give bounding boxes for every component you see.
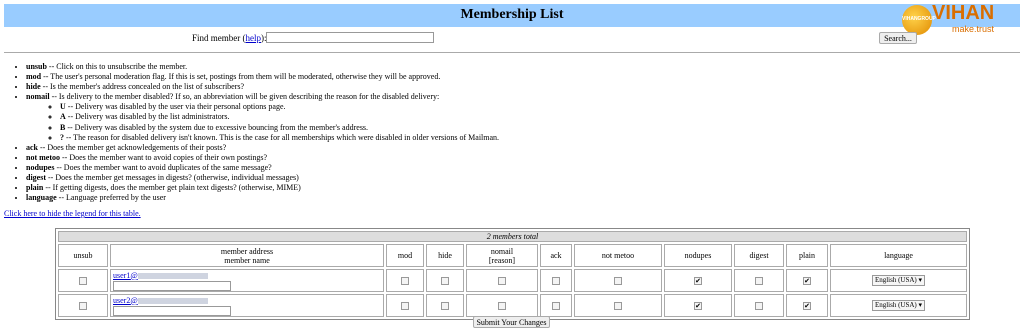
language-select[interactable]: English (USA) ▾ <box>871 300 926 311</box>
redacted-domain <box>137 272 208 279</box>
member-address: user2@ <box>110 294 384 317</box>
col-unsub: unsub <box>58 244 108 267</box>
find-member: Find member (help): <box>192 32 434 43</box>
member-address-link[interactable]: user1@ <box>113 271 208 280</box>
col-nomail: nomail [reason] <box>466 244 538 267</box>
legend-item-not-metoo: not metoo -- Does the member want to avo… <box>26 153 499 163</box>
legend-item-language: language -- Language preferred by the us… <box>26 193 499 203</box>
ack-checkbox[interactable] <box>552 277 560 286</box>
col-ack: ack <box>540 244 572 267</box>
member-name-input[interactable] <box>113 280 231 291</box>
col-hide: hide <box>426 244 464 267</box>
reason-unknown: ? -- The reason for disabled delivery is… <box>60 133 499 143</box>
nomail-checkbox[interactable] <box>498 277 506 286</box>
reason-u: U -- Delivery was disabled by the user v… <box>60 102 499 112</box>
nomail-checkbox[interactable] <box>498 302 506 311</box>
search-button[interactable]: Search... <box>879 32 917 44</box>
member-address: user1@ <box>110 269 384 292</box>
not-metoo-checkbox[interactable] <box>614 302 622 311</box>
col-mod: mod <box>386 244 424 267</box>
reason-a: A -- Delivery was disabled by the list a… <box>60 112 499 122</box>
logo-tagline: make.trust <box>952 24 995 34</box>
redacted-domain <box>137 297 208 304</box>
separator <box>4 52 1020 53</box>
language-select[interactable]: English (USA) ▾ <box>871 275 926 286</box>
hide-checkbox[interactable] <box>441 277 449 286</box>
col-nodupes: nodupes <box>664 244 732 267</box>
mod-checkbox[interactable] <box>401 302 409 311</box>
logo-brand: VIHAN <box>932 2 995 24</box>
col-member: member address member name <box>110 244 384 267</box>
col-plain: plain <box>786 244 828 267</box>
digest-checkbox[interactable] <box>755 302 763 311</box>
table-header-row: unsub member address member name mod hide… <box>58 244 967 267</box>
legend-item-ack: ack -- Does the member get acknowledgeme… <box>26 143 499 153</box>
find-member-input[interactable] <box>266 32 434 43</box>
mod-checkbox[interactable] <box>401 277 409 286</box>
table-row: user2@ ✔ ✔ English (USA) ▾ <box>58 294 967 317</box>
table-row: user1@ ✔ ✔ English (USA) ▾ <box>58 269 967 292</box>
nodupes-checkbox[interactable]: ✔ <box>694 277 702 286</box>
col-language: language <box>830 244 967 267</box>
legend-item-mod: mod -- The user's personal moderation fl… <box>26 72 499 82</box>
help-link[interactable]: help <box>246 33 262 43</box>
find-member-label: Find member ( <box>192 33 246 43</box>
col-not-metoo: not metoo <box>574 244 662 267</box>
legend-item-digest: digest -- Does the member get messages i… <box>26 173 499 183</box>
member-name-input[interactable] <box>113 305 231 316</box>
members-total: 2 members total <box>58 231 967 242</box>
legend-list: unsub -- Click on this to unsubscribe th… <box>14 62 499 203</box>
submit-changes-button[interactable]: Submit Your Changes <box>473 316 550 328</box>
reason-b: B -- Delivery was disabled by the system… <box>60 123 499 133</box>
page-title: Membership List <box>460 7 564 22</box>
legend-item-plain: plain -- If getting digests, does the me… <box>26 183 499 193</box>
legend-item-unsub: unsub -- Click on this to unsubscribe th… <box>26 62 499 72</box>
unsub-checkbox[interactable] <box>79 277 87 286</box>
vihan-logo: VIHANGROUP VIHAN make.trust <box>902 2 1018 36</box>
col-digest: digest <box>734 244 784 267</box>
unsub-checkbox[interactable] <box>79 302 87 311</box>
hide-checkbox[interactable] <box>441 302 449 311</box>
nodupes-checkbox[interactable]: ✔ <box>694 302 702 311</box>
legend-item-nomail: nomail -- Is delivery to the member disa… <box>26 92 499 142</box>
legend-item-nodupes: nodupes -- Does the member want to avoid… <box>26 163 499 173</box>
plain-checkbox[interactable]: ✔ <box>803 302 811 311</box>
plain-checkbox[interactable]: ✔ <box>803 277 811 286</box>
logo-badge-icon: VIHANGROUP <box>902 5 936 35</box>
legend-item-hide: hide -- Is the member's address conceale… <box>26 82 499 92</box>
not-metoo-checkbox[interactable] <box>614 277 622 286</box>
nomail-reasons: U -- Delivery was disabled by the user v… <box>26 102 499 142</box>
ack-checkbox[interactable] <box>552 302 560 311</box>
hide-legend-link[interactable]: Click here to hide the legend for this t… <box>4 209 141 218</box>
member-address-link[interactable]: user2@ <box>113 296 208 305</box>
members-table: 2 members total unsub member address memb… <box>55 228 970 320</box>
digest-checkbox[interactable] <box>755 277 763 286</box>
title-bar: Membership List <box>4 4 1020 27</box>
